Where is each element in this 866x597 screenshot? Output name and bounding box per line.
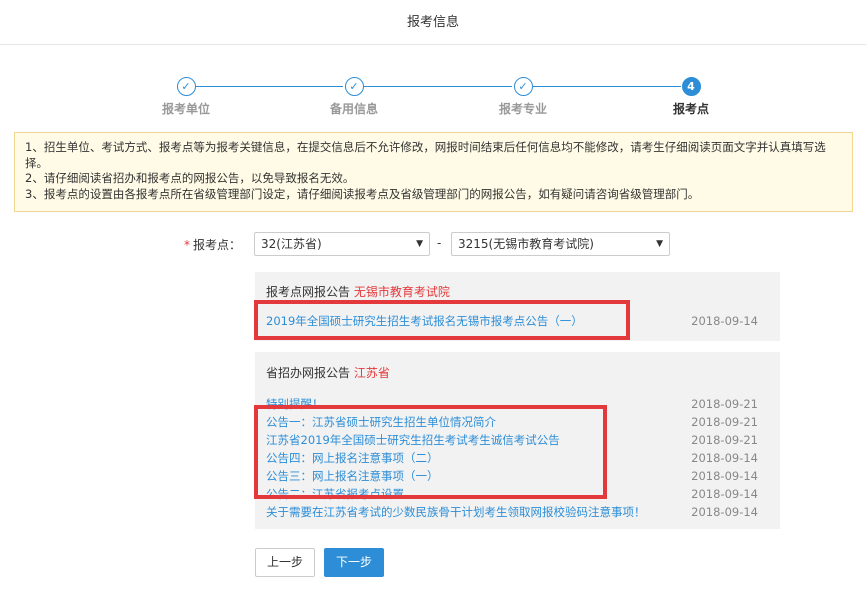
notice-line: 2、请仔细阅读省招办和报考点的网报公告，以免导致报名无效。 bbox=[25, 171, 355, 185]
province-panel-title-highlight: 江苏省 bbox=[353, 366, 390, 380]
province-select[interactable]: 32(江苏省) ▼ bbox=[254, 232, 430, 256]
province-select-value: 32(江苏省) bbox=[261, 237, 322, 251]
page-title: 报考信息 bbox=[406, 15, 459, 30]
check-icon: ✓ bbox=[513, 77, 533, 96]
exam-site-label: * 报考点： bbox=[184, 236, 241, 253]
highlight-box bbox=[254, 405, 607, 499]
exam-site-select[interactable]: 3215(无锡市教育考试院) ▼ bbox=[451, 232, 670, 256]
select-separator: - bbox=[437, 236, 442, 250]
step-progress: ✓ 报考单位 ✓ 备用信息 ✓ 报考专业 4 报考点 bbox=[0, 74, 866, 118]
announcement-date: 2018-09-14 bbox=[691, 469, 758, 483]
province-panel-title: 省招办网报公告 江苏省 bbox=[266, 364, 769, 381]
announcement-date: 2018-09-14 bbox=[691, 487, 758, 501]
step-4: 4 报考点 bbox=[641, 74, 741, 117]
notice-line: 3、报考点的设置由各报考点所在省级管理部门设定，请仔细阅读报考点及省级管理部门的… bbox=[25, 186, 700, 201]
check-icon: ✓ bbox=[344, 77, 364, 96]
highlight-box bbox=[254, 300, 630, 340]
announcement-date: 2018-09-21 bbox=[691, 415, 758, 429]
announcement-date: 2018-09-21 bbox=[691, 397, 758, 411]
province-panel-title-text: 省招办网报公告 bbox=[266, 366, 351, 380]
step-2: ✓ 备用信息 bbox=[304, 74, 404, 117]
site-panel-title: 报考点网报公告 无锡市教育考试院 bbox=[266, 283, 769, 300]
exam-site-row: * 报考点： 32(江苏省) ▼ - 3215(无锡市教育考试院) ▼ bbox=[0, 232, 866, 256]
announcement-date: 2018-09-21 bbox=[691, 433, 758, 447]
announcement-row: 关于需要在江苏省考试的少数民族骨干计划考生领取网报校验码注意事项！ 2018-0… bbox=[266, 503, 769, 521]
step-label: 报考单位 bbox=[161, 102, 210, 116]
chevron-down-icon: ▼ bbox=[416, 239, 423, 249]
notice-line: 1、招生单位、考试方式、报考点等为报考关键信息，在提交信息后不允许修改，网报时间… bbox=[25, 140, 826, 170]
announcement-date: 2018-09-14 bbox=[691, 451, 758, 465]
exam-site-label-text: 报考点： bbox=[193, 238, 242, 252]
step-3: ✓ 报考专业 bbox=[473, 74, 573, 117]
announcement-date: 2018-09-14 bbox=[691, 505, 758, 519]
chevron-down-icon: ▼ bbox=[656, 239, 663, 249]
site-panel-title-highlight: 无锡市教育考试院 bbox=[353, 285, 450, 299]
step-label: 报考专业 bbox=[498, 102, 547, 116]
announcement-link[interactable]: 关于需要在江苏省考试的少数民族骨干计划考生领取网报校验码注意事项！ bbox=[266, 505, 646, 519]
step-label: 报考点 bbox=[672, 102, 709, 116]
required-mark: * bbox=[184, 238, 190, 252]
next-step-button[interactable]: 下一步 bbox=[324, 548, 384, 577]
notice-box: 1、招生单位、考试方式、报考点等为报考关键信息，在提交信息后不允许修改，网报时间… bbox=[14, 132, 853, 212]
check-icon: ✓ bbox=[176, 77, 196, 96]
step-number: 4 bbox=[681, 77, 701, 96]
page-header: 报考信息 bbox=[0, 0, 866, 45]
prev-step-button[interactable]: 上一步 bbox=[255, 548, 315, 577]
announcement-date: 2018-09-14 bbox=[691, 314, 758, 328]
exam-site-select-value: 3215(无锡市教育考试院) bbox=[458, 237, 594, 251]
step-label: 备用信息 bbox=[329, 102, 378, 116]
site-panel-title-text: 报考点网报公告 bbox=[266, 285, 351, 299]
step-1: ✓ 报考单位 bbox=[136, 74, 236, 117]
